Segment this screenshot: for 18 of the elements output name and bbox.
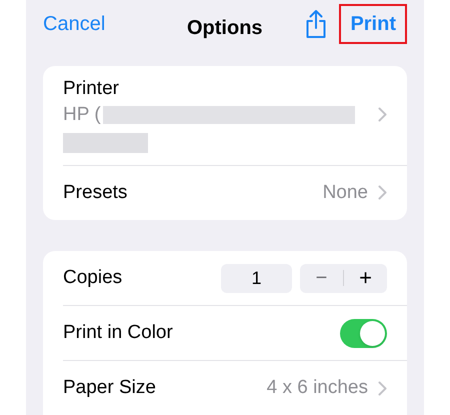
presets-label: Presets [63,180,128,205]
presets-value: None [322,180,368,205]
share-icon[interactable] [305,9,328,40]
chevron-icon [378,380,387,396]
window-title: Options [187,16,263,41]
copies-field[interactable]: 1 [221,264,292,292]
decrement-button[interactable]: − [300,268,343,288]
setting-label: Print in Color [63,320,174,345]
color-toggle[interactable] [340,318,387,348]
setting-label: Paper Size [63,376,157,400]
printer-label: Printer [63,76,120,101]
presets-row[interactable]: Presets None [63,166,407,220]
printer-value: HP ( [63,102,101,127]
chevron-icon [378,106,387,122]
setting-label: Copies [63,266,124,290]
chevron-icon [378,185,387,200]
setting-value: 4 x 6 inches [266,376,368,400]
increment-button[interactable]: + [344,267,387,289]
